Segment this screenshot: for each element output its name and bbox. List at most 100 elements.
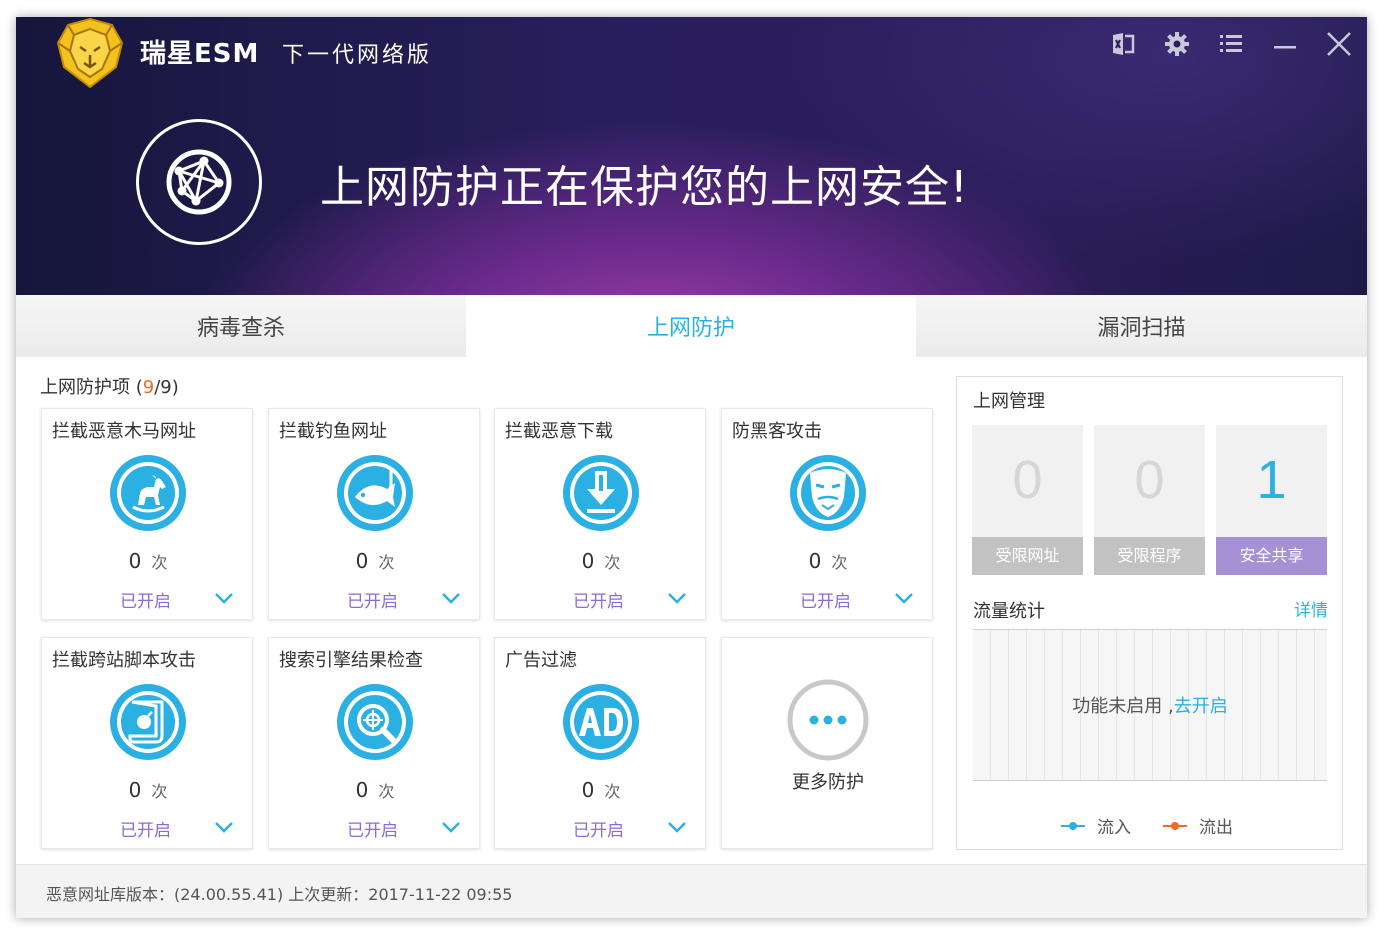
chevron-down-icon[interactable] — [667, 591, 687, 605]
count-unit: 次 — [378, 782, 395, 801]
protection-card-anti-hacker[interactable]: 防黑客攻击 0次 已开启 — [721, 408, 933, 620]
app-subtitle: 下一代网络版 — [282, 43, 433, 68]
protection-card-xss[interactable]: 拦截跨站脚本攻击 0次 已开启 — [41, 637, 253, 849]
card-count: 0次 — [269, 549, 481, 573]
count-value: 0 — [581, 549, 595, 573]
card-status: 已开启 — [120, 592, 171, 612]
protection-card-malicious-download[interactable]: 拦截恶意下载 0次 已开启 — [494, 408, 706, 620]
database-version-text: 恶意网址库版本：(24.00.55.41) 上次更新：2017-11-22 09… — [46, 885, 513, 904]
protection-card-trojan-url[interactable]: 拦截恶意木马网址 0次 已开启 — [41, 408, 253, 620]
network-management-panel: 上网管理 0 受限网址 0 受限程序 1 安全共享 流量统计 详情 功能未启用 … — [956, 376, 1343, 850]
stat-label: 受限网址 — [972, 537, 1083, 575]
app-window: 瑞星ESM 下一代网络版 上网防护正在保护您的上网安全! 病毒查杀 上网防护 漏… — [16, 17, 1367, 918]
card-title: 拦截钓鱼网址 — [279, 421, 387, 442]
card-status: 已开启 — [800, 592, 851, 612]
legend-in: 流入 — [1061, 813, 1131, 838]
close-button[interactable] — [1322, 27, 1356, 61]
card-title: 拦截恶意木马网址 — [52, 421, 196, 442]
stat-restricted-urls[interactable]: 0 受限网址 — [972, 425, 1083, 575]
count-value: 0 — [581, 778, 595, 802]
stat-secure-sharing[interactable]: 1 安全共享 — [1216, 425, 1327, 575]
card-title: 搜索引擎结果检查 — [279, 650, 423, 671]
ad-icon — [563, 684, 639, 760]
card-title: 防黑客攻击 — [732, 421, 822, 442]
main-tabs: 病毒查杀 上网防护 漏洞扫描 — [16, 295, 1367, 357]
stat-restricted-programs[interactable]: 0 受限程序 — [1094, 425, 1205, 575]
card-status: 已开启 — [347, 821, 398, 841]
chevron-down-icon[interactable] — [894, 591, 914, 605]
card-count: 0次 — [42, 549, 254, 573]
chevron-down-icon[interactable] — [441, 820, 461, 834]
count-value: 0 — [808, 549, 822, 573]
menu-icon — [1220, 35, 1242, 52]
fish-hook-icon — [337, 455, 413, 531]
legend-in-label: 流入 — [1097, 818, 1131, 838]
protection-card-ad-filter[interactable]: 广告过滤 0次 已开启 — [494, 637, 706, 849]
hero-message: 上网防护正在保护您的上网安全! — [320, 162, 969, 213]
stat-label: 受限程序 — [1094, 537, 1205, 575]
globe-network-icon — [166, 149, 232, 215]
traffic-graph: 功能未启用 ,去开启 — [973, 629, 1327, 781]
chevron-down-icon[interactable] — [214, 591, 234, 605]
panel-title: 上网管理 — [973, 391, 1045, 412]
protection-count-open: ( — [135, 377, 143, 398]
feedback-button[interactable] — [1106, 27, 1140, 61]
horse-icon — [110, 455, 186, 531]
legend-out-marker-icon — [1163, 821, 1187, 830]
hacker-mask-icon — [790, 455, 866, 531]
more-dots-icon — [787, 679, 869, 761]
card-status: 已开启 — [347, 592, 398, 612]
traffic-detail-link[interactable]: 详情 — [1294, 596, 1328, 621]
card-title: 拦截跨站脚本攻击 — [52, 650, 196, 671]
protection-card-phishing-url[interactable]: 拦截钓鱼网址 0次 已开启 — [268, 408, 480, 620]
legend-out: 流出 — [1163, 813, 1233, 838]
download-icon — [563, 455, 639, 531]
protection-count-rest: /9) — [154, 377, 179, 398]
card-count: 0次 — [495, 778, 707, 802]
search-target-icon — [337, 684, 413, 760]
card-status: 已开启 — [120, 821, 171, 841]
stat-label: 安全共享 — [1216, 537, 1327, 575]
card-title: 拦截恶意下载 — [505, 421, 613, 442]
card-count: 0次 — [495, 549, 707, 573]
card-count: 0次 — [269, 778, 481, 802]
count-value: 0 — [355, 549, 369, 573]
hero-badge — [136, 119, 262, 245]
count-unit: 次 — [151, 782, 168, 801]
chevron-down-icon[interactable] — [667, 820, 687, 834]
header-banner: 瑞星ESM 下一代网络版 上网防护正在保护您的上网安全! — [16, 17, 1367, 295]
card-title: 广告过滤 — [505, 650, 577, 671]
settings-button[interactable] — [1160, 27, 1194, 61]
tab-web-protection[interactable]: 上网防护 — [466, 295, 916, 357]
feedback-icon — [1113, 33, 1135, 55]
disabled-text: 功能未启用 , — [1072, 696, 1174, 717]
minimize-icon — [1274, 46, 1296, 49]
script-bomb-icon — [110, 684, 186, 760]
legend-in-marker-icon — [1061, 821, 1085, 830]
menu-button[interactable] — [1214, 27, 1248, 61]
stat-value: 0 — [1012, 450, 1043, 510]
count-unit: 次 — [831, 553, 848, 572]
card-status: 已开启 — [573, 592, 624, 612]
enable-traffic-link[interactable]: 去开启 — [1174, 696, 1228, 717]
lion-logo-icon — [56, 17, 124, 89]
protection-section-title: 上网防护项 (9/9) — [40, 373, 179, 399]
count-unit: 次 — [378, 553, 395, 572]
tab-vulnerability-scan[interactable]: 漏洞扫描 — [916, 295, 1367, 357]
protection-count-active: 9 — [142, 377, 155, 398]
legend-out-label: 流出 — [1199, 818, 1233, 838]
chevron-down-icon[interactable] — [214, 820, 234, 834]
count-unit: 次 — [604, 782, 621, 801]
count-value: 0 — [128, 549, 142, 573]
minimize-button[interactable] — [1268, 27, 1302, 61]
tab-virus-scan[interactable]: 病毒查杀 — [16, 295, 466, 357]
chevron-down-icon[interactable] — [441, 591, 461, 605]
more-protection-card[interactable]: 更多防护 — [721, 637, 933, 849]
status-footer: 恶意网址库版本：(24.00.55.41) 上次更新：2017-11-22 09… — [16, 864, 1367, 918]
protection-card-search-check[interactable]: 搜索引擎结果检查 0次 已开启 — [268, 637, 480, 849]
card-count: 0次 — [722, 549, 934, 573]
count-value: 0 — [128, 778, 142, 802]
stat-value: 0 — [1134, 450, 1165, 510]
traffic-disabled-message: 功能未启用 ,去开启 — [973, 692, 1327, 718]
count-unit: 次 — [604, 553, 621, 572]
